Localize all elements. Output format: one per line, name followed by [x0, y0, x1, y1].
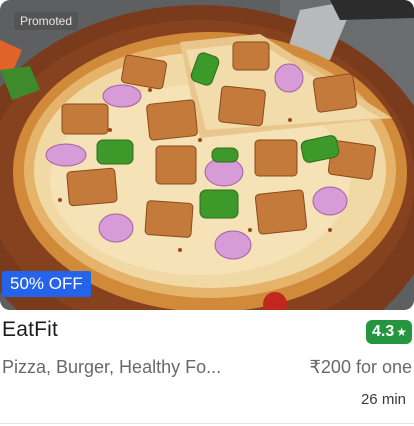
promoted-badge: Promoted	[14, 12, 79, 30]
price-for-one: ₹200 for one	[309, 357, 412, 377]
star-icon: ★	[396, 325, 407, 339]
rating-value: 4.3	[371, 323, 395, 340]
restaurant-card[interactable]: Promoted 50% OFF EatFit 4.3 ★ Pizza, Bur…	[0, 0, 414, 426]
restaurant-image[interactable]: Promoted 50% OFF	[0, 0, 414, 310]
rating-badge: 4.3 ★	[365, 320, 412, 344]
delivery-time: 26 min	[360, 391, 406, 408]
restaurant-name[interactable]: EatFit	[2, 318, 58, 342]
cuisine-list: Pizza, Burger, Healthy Fo...	[2, 357, 222, 377]
pizza-photo	[0, 0, 414, 310]
divider	[0, 423, 414, 424]
offer-badge: 50% OFF	[2, 271, 91, 297]
